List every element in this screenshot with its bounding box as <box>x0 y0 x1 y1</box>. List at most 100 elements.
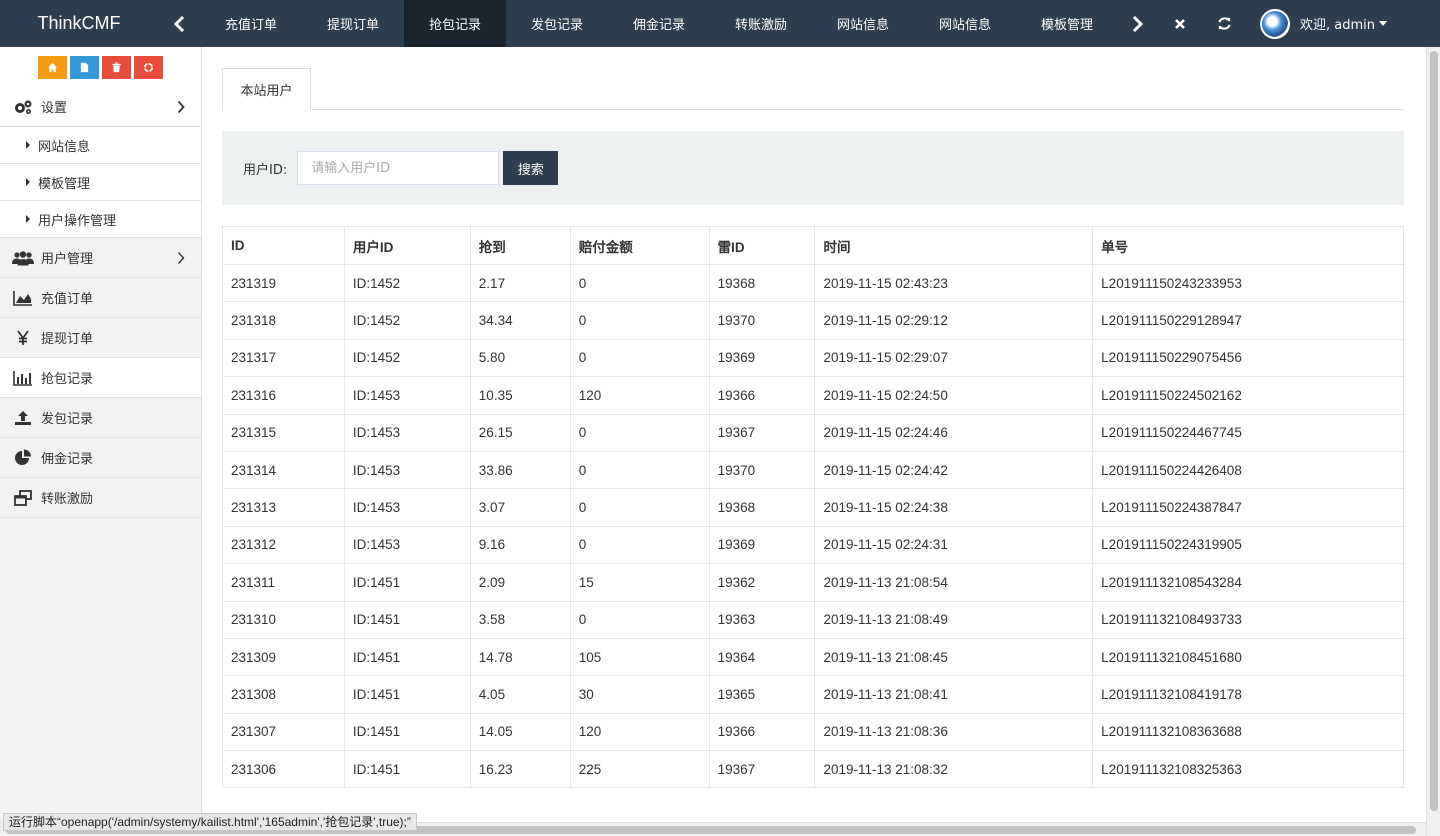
column-header: 时间 <box>814 226 1094 265</box>
sidebar-subitem[interactable]: 用户操作管理 <box>0 201 201 238</box>
top-tab[interactable]: 模板管理 <box>1016 0 1118 47</box>
table-cell: ID:1453 <box>343 413 471 452</box>
sidebar-item-settings[interactable]: 设置 <box>0 87 201 127</box>
column-header: 抢到 <box>469 226 571 265</box>
sidebar-item[interactable]: 发包记录 <box>0 398 201 438</box>
caret-right-icon <box>26 178 30 186</box>
table-row: 231307 ID:1451 14.05 120 19366 2019-11-13 21:… <box>222 712 1404 752</box>
top-tab[interactable]: 网站信息 <box>914 0 1016 47</box>
home-shortcut-button[interactable] <box>38 55 67 79</box>
sidebar-item[interactable]: 抢包记录 <box>0 358 201 398</box>
table-cell: 14.05 <box>469 712 571 752</box>
table-cell: 19366 <box>708 376 816 415</box>
table-cell: 0 <box>569 263 710 303</box>
tabs-scroll-right[interactable] <box>1118 0 1158 47</box>
sidebar-subitem[interactable]: 网站信息 <box>0 127 201 164</box>
sidebar-item[interactable]: 用户管理 <box>0 238 201 278</box>
table-cell: 19370 <box>708 301 816 340</box>
table-cell: 231313 <box>222 488 345 527</box>
table-row: 231312 ID:1453 9.16 0 19369 2019-11-15 02:24:… <box>222 525 1404 565</box>
shortcut-buttons <box>0 47 201 87</box>
search-button[interactable]: 搜索 <box>503 151 559 185</box>
table-cell: L201911132108493733 <box>1092 600 1404 639</box>
table-cell: 231316 <box>222 376 345 415</box>
table-cell: 231311 <box>222 563 345 602</box>
table-cell: 2019-11-13 21:08:49 <box>814 600 1094 639</box>
top-tabs: 充值订单 提现订单 抢包记录 发包记录 佣金记录 转账激励 网站信息 网站信息 模板管理 <box>200 0 1118 47</box>
table-cell: 0 <box>569 413 710 452</box>
user-id-input[interactable] <box>297 151 500 185</box>
table-cell: 0 <box>569 301 710 340</box>
sidebar-item[interactable]: 提现订单 <box>0 318 201 358</box>
tab-site-users[interactable]: 本站用户 <box>222 68 311 110</box>
table-cell: ID:1451 <box>343 750 471 789</box>
sidebar-subitem[interactable]: 模板管理 <box>0 164 201 201</box>
table-cell: 2019-11-13 21:08:41 <box>814 675 1094 714</box>
table-cell: 19367 <box>708 413 816 452</box>
table-cell: L201911150224319905 <box>1092 525 1404 565</box>
table-row: 231316 ID:1453 10.35 120 19366 2019-11-15 02:… <box>222 376 1404 415</box>
top-tab[interactable]: 抢包记录 <box>404 0 506 47</box>
table-cell: 231307 <box>222 712 345 752</box>
sidebar-item-label: 充值订单 <box>41 292 94 307</box>
document-shortcut-button[interactable] <box>70 55 99 79</box>
column-header: 赔付金额 <box>569 226 710 265</box>
area-chart-icon <box>12 289 34 307</box>
table-cell: 2019-11-15 02:29:07 <box>814 338 1094 378</box>
trash-shortcut-button[interactable] <box>102 55 131 79</box>
table-cell: L201911132108363688 <box>1092 712 1404 752</box>
sidebar-toggle[interactable] <box>158 0 200 47</box>
table-cell: 2019-11-15 02:24:31 <box>814 525 1094 565</box>
pie-chart-icon <box>12 449 34 467</box>
recycle-shortcut-button[interactable] <box>134 55 163 79</box>
table-cell: 10.35 <box>469 376 571 415</box>
table-cell: L201911132108325363 <box>1092 750 1404 789</box>
sidebar-menu: 用户管理充值订单提现订单抢包记录发包记录佣金记录转账激励 <box>0 238 201 518</box>
sidebar-item-label: 发包记录 <box>41 412 94 427</box>
user-menu[interactable]: 欢迎, admin <box>1260 8 1387 39</box>
table-cell: 16.23 <box>469 750 571 789</box>
top-tab[interactable]: 发包记录 <box>506 0 608 47</box>
top-tab[interactable]: 佣金记录 <box>608 0 710 47</box>
table-cell: ID:1452 <box>343 263 471 303</box>
home-icon <box>47 62 58 72</box>
table-cell: 0 <box>569 488 710 527</box>
top-tab[interactable]: 网站信息 <box>812 0 914 47</box>
sidebar-item-label: 佣金记录 <box>41 452 94 467</box>
close-tab-button[interactable] <box>1158 0 1202 47</box>
table-cell: ID:1451 <box>343 675 471 714</box>
table-cell: 19364 <box>708 637 816 677</box>
brand-logo[interactable]: ThinkCMF <box>0 13 158 34</box>
table-cell: 0 <box>569 600 710 639</box>
table-cell: 2019-11-15 02:24:42 <box>814 450 1094 490</box>
vertical-scrollbar[interactable] <box>1426 47 1440 836</box>
table-row: 231314 ID:1453 33.86 0 19370 2019-11-15 02:24… <box>222 450 1404 490</box>
sidebar-item[interactable]: 充值订单 <box>0 278 201 318</box>
records-table: ID 用户ID 抢到 赔付金额 雷ID 时间 单号 231319 ID:1452 2.17 0 19… <box>222 226 1404 789</box>
sidebar-item[interactable]: 转账激励 <box>0 478 201 518</box>
table-cell: 4.05 <box>469 675 571 714</box>
refresh-button[interactable] <box>1202 0 1246 47</box>
table-cell: ID:1451 <box>343 600 471 639</box>
sidebar-item[interactable]: 佣金记录 <box>0 438 201 478</box>
caret-right-icon <box>26 215 30 223</box>
top-tab[interactable]: 转账激励 <box>710 0 812 47</box>
table-cell: 2.09 <box>469 563 571 602</box>
table-header-row: ID 用户ID 抢到 赔付金额 雷ID 时间 单号 <box>222 226 1404 265</box>
top-tab[interactable]: 充值订单 <box>200 0 302 47</box>
scrollbar-thumb[interactable] <box>1430 51 1438 811</box>
search-label: 用户ID: <box>243 162 288 178</box>
main-content: 本站用户 用户ID: 搜索 ID用户ID抢到赔付金额雷ID时间单号 231319… <box>202 47 1426 822</box>
table-cell: ID:1453 <box>343 488 471 527</box>
top-tab[interactable]: 提现订单 <box>302 0 404 47</box>
table-cell: 231314 <box>222 450 345 490</box>
table-cell: 231306 <box>222 750 345 789</box>
table-cell: 19365 <box>708 675 816 714</box>
top-navbar: ThinkCMF 充值订单 提现订单 抢包记录 发包记录 佣金记录 转账激励 网站信息 网站信… <box>0 0 1440 47</box>
table-cell: ID:1452 <box>343 338 471 378</box>
sidebar-item-label: 抢包记录 <box>41 372 94 387</box>
table-cell: 26.15 <box>469 413 571 452</box>
table-cell: 34.34 <box>469 301 571 340</box>
table-cell: L201911150224387847 <box>1092 488 1404 527</box>
table-cell: 2019-11-13 21:08:36 <box>814 712 1094 752</box>
